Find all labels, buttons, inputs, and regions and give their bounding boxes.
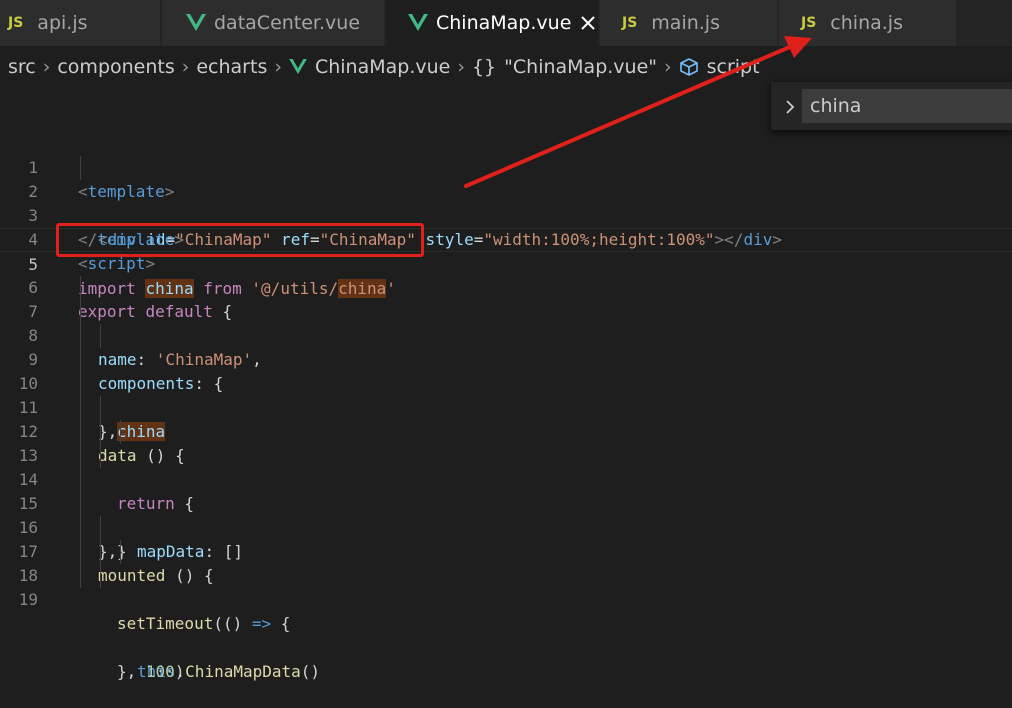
annotation-arrow: [464, 36, 812, 188]
line-number: 19: [18, 590, 38, 609]
code-text: setTimeout(() => {: [117, 614, 291, 633]
code-text: }, 100): [117, 662, 185, 681]
